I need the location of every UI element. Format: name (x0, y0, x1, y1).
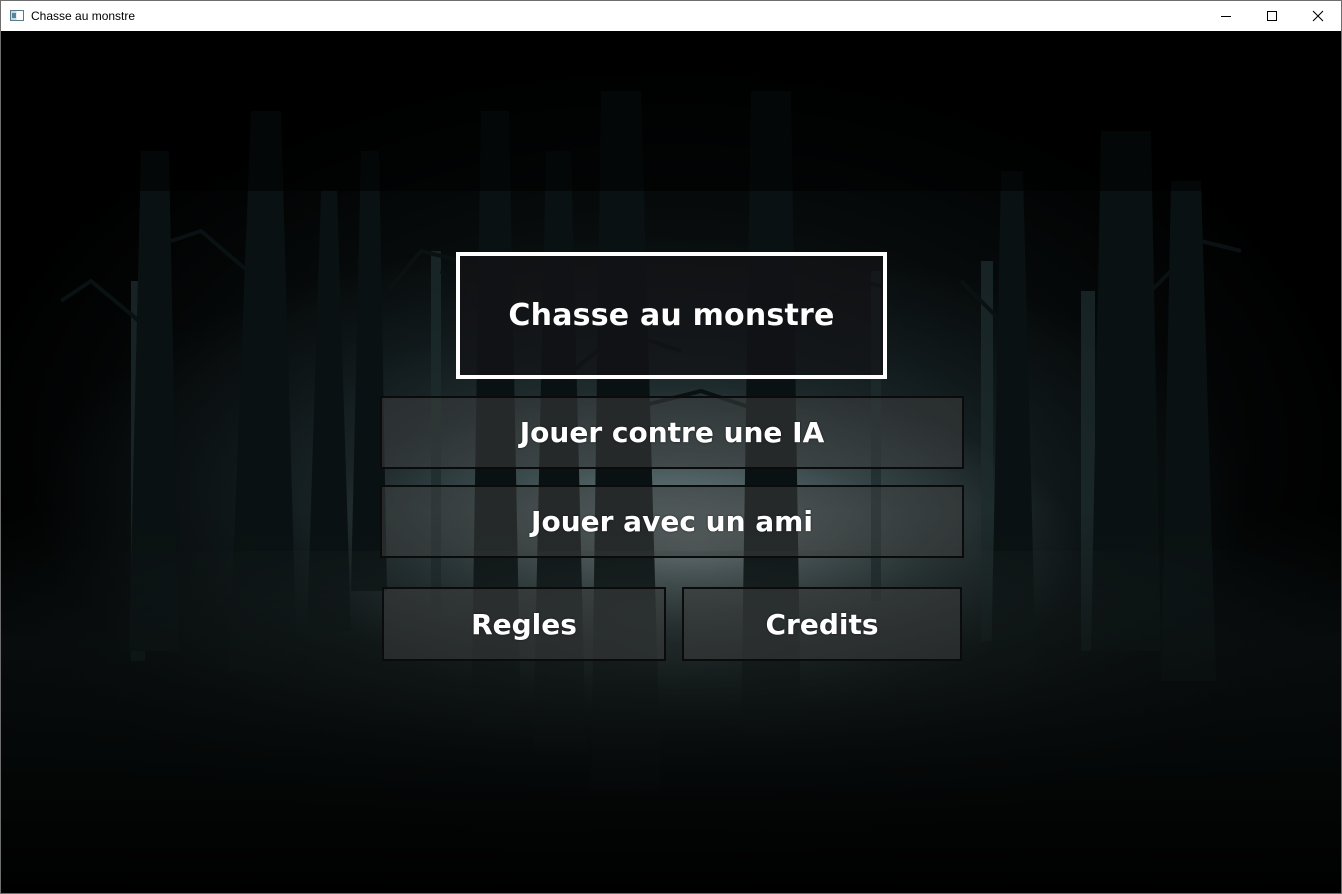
minimize-icon (1221, 16, 1231, 17)
game-title: Chasse au monstre (508, 298, 835, 333)
window-title: Chasse au monstre (31, 9, 136, 23)
game-title-box: Chasse au monstre (456, 252, 887, 379)
app-window: Chasse au monstre Chasse au monstre Joue… (0, 0, 1342, 894)
play-with-friend-button[interactable]: Jouer avec un ami (380, 485, 964, 558)
forest-background: Chasse au monstre Jouer contre une IA Jo… (1, 31, 1341, 893)
credits-button[interactable]: Credits (682, 587, 962, 661)
play-vs-ai-button[interactable]: Jouer contre une IA (380, 396, 964, 469)
maximize-icon (1267, 11, 1277, 21)
minimize-button[interactable] (1203, 1, 1249, 31)
maximize-button[interactable] (1249, 1, 1295, 31)
rules-button[interactable]: Regles (382, 587, 666, 661)
app-window-icon (10, 10, 24, 21)
close-button[interactable] (1295, 1, 1341, 31)
title-bar[interactable]: Chasse au monstre (1, 1, 1341, 31)
close-icon (1312, 10, 1324, 22)
